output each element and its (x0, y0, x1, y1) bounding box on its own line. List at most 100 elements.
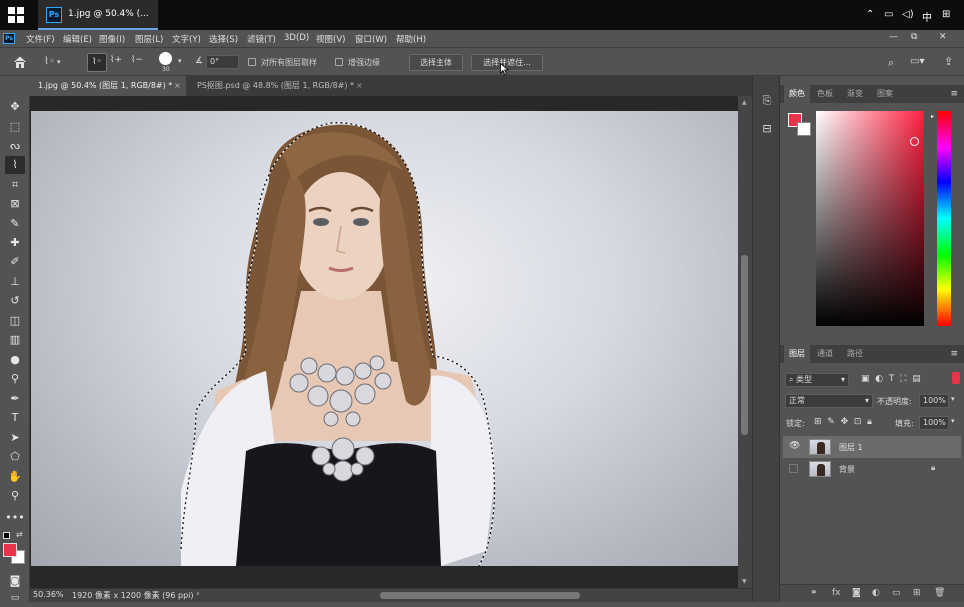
tab-ps-koutu[interactable]: PS抠图.psd @ 48.8% (图层 1, RGB/8#) * × (189, 76, 367, 96)
home-icon[interactable] (13, 55, 27, 69)
tool-preset-picker[interactable]: ⌇◦ ▾ (44, 56, 70, 70)
fill-input[interactable]: 100% (919, 416, 949, 430)
close-tab-icon[interactable]: × (174, 76, 181, 96)
brush-tool-icon[interactable]: ✐ (5, 253, 25, 271)
menu-view[interactable]: 视图(V) (316, 33, 345, 45)
lock-all-icon[interactable]: 🔒︎ (867, 417, 872, 427)
scroll-up-icon[interactable]: ▲ (742, 99, 747, 106)
new-selection-icon[interactable]: ⌇◦ (87, 53, 107, 72)
adjustment-layer-icon[interactable]: ◐ (872, 588, 880, 598)
eyedropper-tool-icon[interactable]: ✎ (5, 215, 25, 233)
lock-artboard-icon[interactable]: ⊡ (854, 417, 862, 427)
windows-start-icon[interactable] (8, 7, 24, 23)
close-window-button[interactable]: ✕ (939, 32, 947, 42)
document-image[interactable] (31, 111, 738, 566)
layer-row[interactable]: 👁︎ 图层 1 (783, 436, 961, 458)
menu-edit[interactable]: 编辑(E) (63, 33, 92, 45)
menu-filter[interactable]: 滤镜(T) (247, 33, 276, 45)
menu-3d[interactable]: 3D(D) (284, 33, 309, 43)
new-group-icon[interactable]: ▭ (892, 588, 901, 598)
enhance-edge-checkbox[interactable] (335, 58, 343, 66)
color-picker-cursor[interactable] (910, 137, 919, 146)
swap-colors-icon[interactable]: ⇄ (16, 530, 23, 539)
tab-channels[interactable]: 通道 (812, 345, 838, 363)
menu-type[interactable]: 文字(Y) (172, 33, 201, 45)
link-layers-icon[interactable]: ⚭ (810, 588, 818, 598)
menu-layer[interactable]: 图层(L) (135, 33, 163, 45)
move-tool-icon[interactable]: ✥ (5, 98, 25, 116)
workspace-icon[interactable]: ▭▾ (910, 56, 924, 67)
type-tool-icon[interactable]: T (5, 409, 25, 427)
tab-patterns[interactable]: 图案 (872, 85, 898, 103)
status-arrow-icon[interactable]: › (196, 589, 200, 599)
panel-menu-icon[interactable]: ≡ (950, 89, 958, 99)
layer-style-icon[interactable]: fx (832, 588, 841, 598)
tab-layers[interactable]: 图层 (784, 345, 810, 363)
shape-tool-icon[interactable]: ⬠ (5, 448, 25, 466)
tab-color[interactable]: 颜色 (784, 85, 810, 103)
horizontal-scroll-thumb[interactable] (380, 592, 580, 599)
network-icon[interactable]: ▭ (884, 9, 893, 20)
lasso-tool-icon[interactable]: ᔓ (5, 137, 25, 155)
eye-icon[interactable]: 👁︎ (789, 441, 800, 451)
input-method-lang[interactable]: 中 (922, 9, 932, 24)
tab-gradients[interactable]: 渐变 (842, 85, 868, 103)
zoom-tool-icon[interactable]: ⚲ (5, 487, 25, 505)
delete-layer-icon[interactable]: 🗑︎ (934, 588, 945, 598)
volume-icon[interactable]: ◁) (902, 9, 914, 20)
panel-menu-icon[interactable]: ≡ (950, 349, 958, 359)
chevron-up-icon[interactable]: ⌃ (866, 9, 874, 20)
tab-swatches[interactable]: 色板 (812, 85, 838, 103)
more-tools-icon[interactable]: ••• (5, 509, 25, 527)
background-color-swatch[interactable] (797, 122, 811, 136)
chevron-down-icon[interactable]: ▾ (951, 417, 955, 425)
zoom-level[interactable]: 50.36% (33, 590, 64, 599)
menu-file[interactable]: 文件(F) (26, 33, 55, 45)
screen-mode-icon[interactable]: ▭ (5, 589, 25, 607)
menu-select[interactable]: 选择(S) (209, 33, 238, 45)
color-picker-field[interactable] (816, 111, 924, 326)
subtract-from-selection-icon[interactable]: ⌇− (131, 55, 147, 70)
tab-1-jpg[interactable]: 1.jpg @ 50.4% (图层 1, RGB/8#) * × (30, 76, 186, 96)
add-to-selection-icon[interactable]: ⌇+ (110, 55, 126, 70)
grid-icon[interactable]: ⊞ (942, 9, 950, 20)
hue-slider-handle-icon[interactable]: ▸ (931, 113, 934, 120)
clone-stamp-tool-icon[interactable]: ⊥ (5, 273, 25, 291)
add-mask-icon[interactable]: ◙ (852, 588, 861, 598)
scroll-down-icon[interactable]: ▼ (742, 578, 747, 585)
layer-row[interactable]: 背景 🔒︎ (783, 458, 961, 480)
menu-help[interactable]: 帮助(H) (396, 33, 426, 45)
pen-tool-icon[interactable]: ✒ (5, 390, 25, 408)
adjustments-panel-icon[interactable]: ⊟ (759, 122, 775, 138)
crop-tool-icon[interactable]: ⌗ (5, 176, 25, 194)
chevron-down-icon[interactable]: ▾ (951, 395, 955, 403)
hue-slider[interactable] (937, 111, 951, 326)
new-layer-icon[interactable]: ⊞ (913, 588, 921, 598)
foreground-color-swatch[interactable] (3, 543, 17, 557)
minimize-button[interactable]: — (889, 32, 898, 42)
layer-name[interactable]: 图层 1 (839, 442, 863, 453)
blur-tool-icon[interactable]: ● (5, 351, 25, 369)
blend-mode-select[interactable]: 正常 ▾ (785, 394, 873, 408)
default-colors-icon[interactable] (3, 532, 10, 539)
layer-name[interactable]: 背景 (839, 464, 855, 475)
visibility-toggle[interactable] (789, 464, 798, 473)
eraser-tool-icon[interactable]: ◫ (5, 312, 25, 330)
layer-filter-kind[interactable]: ⌕ 类型 ▾ (785, 373, 849, 387)
opacity-input[interactable]: 100% (919, 394, 949, 408)
brush-preview-icon[interactable] (159, 52, 172, 65)
sample-all-layers-checkbox[interactable] (248, 58, 256, 66)
chevron-down-icon[interactable]: ▾ (178, 57, 182, 65)
frame-tool-icon[interactable]: ⊠ (5, 195, 25, 213)
gradient-tool-icon[interactable]: ▥ (5, 331, 25, 349)
vertical-scroll-thumb[interactable] (741, 255, 748, 435)
quick-mask-icon[interactable]: ◙ (5, 572, 25, 590)
healing-brush-tool-icon[interactable]: ✚ (5, 234, 25, 252)
history-brush-tool-icon[interactable]: ↺ (5, 292, 25, 310)
select-subject-button[interactable]: 选择主体 (409, 54, 463, 71)
path-selection-tool-icon[interactable]: ➤ (5, 429, 25, 447)
image-filter-icon[interactable]: ▣ (861, 374, 870, 384)
restore-button[interactable]: ⧉ (911, 32, 917, 42)
angle-input[interactable]: 0° (206, 55, 239, 69)
close-tab-icon[interactable]: × (356, 76, 363, 96)
